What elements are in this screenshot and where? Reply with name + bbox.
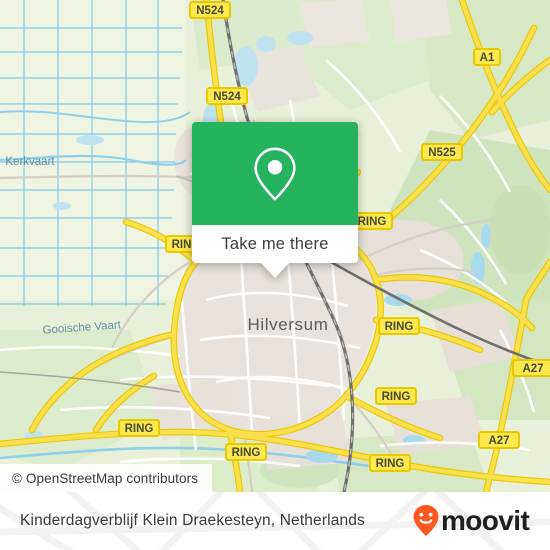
road-shield-label: RING [382, 391, 411, 403]
road-shield-a27: A27 [478, 431, 520, 449]
road-shield-label: N524 [213, 91, 241, 103]
take-me-there-button[interactable]: Take me there [192, 225, 358, 263]
road-shield-ring: RING [378, 317, 420, 335]
road-shield-label: A27 [522, 363, 543, 375]
moovit-wordmark: moovit [441, 505, 529, 536]
road-shield-a27: A27 [512, 359, 550, 377]
callout-pin-area [192, 122, 358, 225]
footer-bar: Kinderdagverblijf Klein Draekesteyn, Net… [0, 492, 550, 550]
road-shield-n525: N525 [421, 143, 463, 161]
road-shield-label: A1 [480, 52, 495, 64]
road-shield-ring: RING [369, 454, 411, 472]
map-place-label: Hilversum [248, 315, 329, 334]
road-shield-label: RING [125, 423, 154, 435]
map-attribution: © OpenStreetMap contributors [0, 464, 213, 492]
road-shield-n524: N524 [206, 87, 248, 105]
road-shield-label: A27 [488, 435, 509, 447]
map-water-label-kerkvaart: Kerkvaart [5, 156, 55, 168]
attribution-text: © OpenStreetMap contributors [12, 470, 199, 486]
road-shield-ring: RING [225, 443, 267, 461]
moovit-logo[interactable]: moovit [412, 504, 536, 538]
road-shield-n524: N524 [189, 1, 231, 19]
moovit-pin-icon [413, 505, 439, 536]
place-title: Kinderdagverblijf Klein Draekesteyn, Net… [20, 512, 365, 529]
road-shield-label: RING [376, 458, 405, 470]
road-shield-label: N524 [196, 5, 224, 17]
road-shield-ring: RING [118, 419, 160, 437]
road-shield-a1: A1 [473, 48, 501, 66]
road-shield-label: N525 [428, 147, 456, 159]
take-me-there-label: Take me there [221, 234, 329, 253]
road-shield-ring: RING [351, 212, 393, 230]
take-me-there-callout[interactable]: Take me there [192, 122, 358, 278]
map-pin-icon [254, 147, 296, 200]
road-shield-ring: RING [375, 387, 417, 405]
road-shield-label: RING [358, 216, 387, 228]
road-shield-label: RING [232, 447, 261, 459]
callout-tail [261, 263, 289, 278]
moovit-logo-svg: moovit [413, 505, 530, 536]
road-shield-label: RING [385, 321, 414, 333]
moovit-map-screenshot: Hilversum Kerkvaart Gooische Vaart N524 N… [0, 0, 550, 550]
